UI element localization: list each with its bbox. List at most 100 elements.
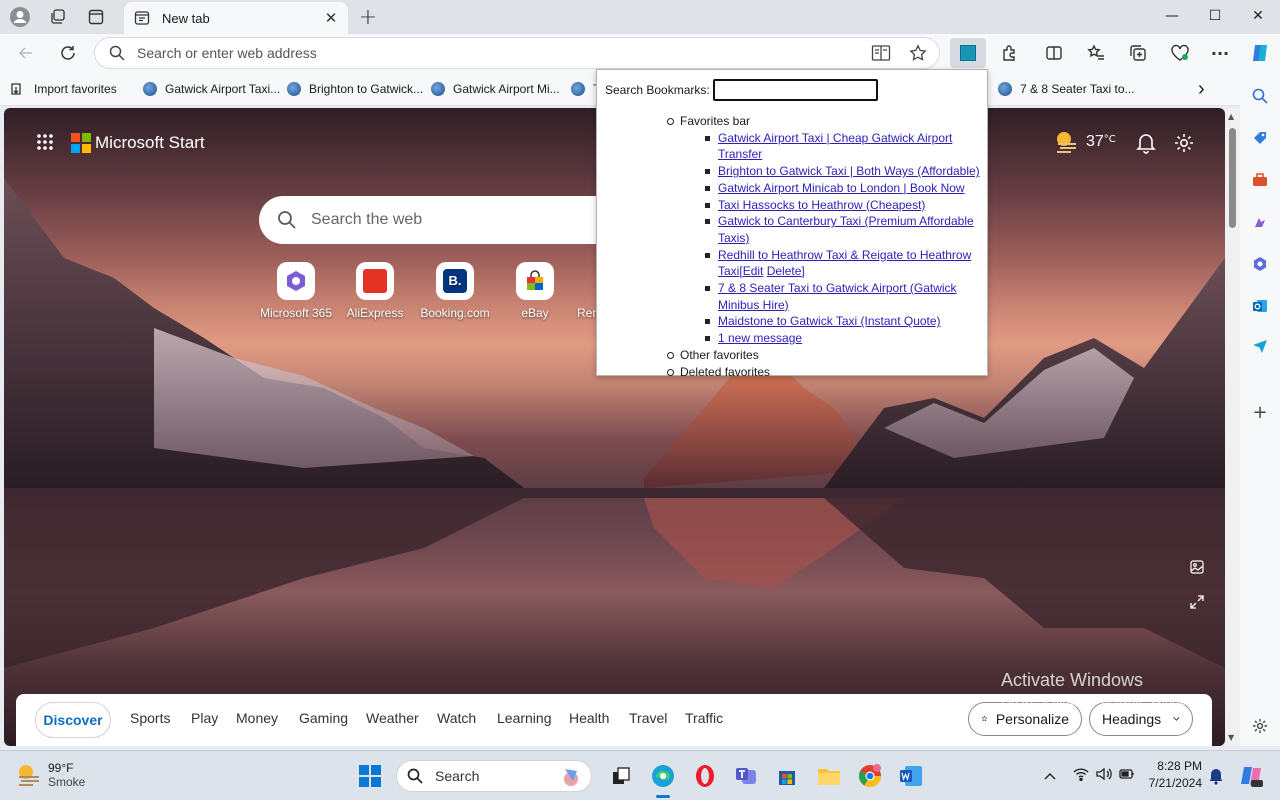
app-launcher-grid-icon[interactable] bbox=[36, 133, 54, 154]
taskbar-clock[interactable]: 8:28 PM 7/21/2024 bbox=[1148, 759, 1202, 790]
bookmark-link[interactable]: Brighton to Gatwick Taxi | Both Ways (Af… bbox=[718, 164, 980, 178]
windows-start-icon[interactable] bbox=[355, 761, 385, 791]
favorite-item[interactable]: Gatwick Airport Mi... bbox=[431, 80, 560, 98]
folder-other-favorites[interactable]: Other favorites bbox=[667, 347, 987, 364]
sidebar-tools-icon[interactable] bbox=[1250, 170, 1270, 190]
bookmark-link[interactable]: Gatwick to Canterbury Taxi (Premium Affo… bbox=[718, 214, 974, 245]
favorite-item[interactable]: 7 & 8 Seater Taxi to... bbox=[998, 80, 1135, 98]
new-tab-button[interactable]: + bbox=[354, 4, 382, 30]
tab-new-tab[interactable]: New tab ✕ bbox=[124, 2, 348, 34]
tab-actions-icon[interactable] bbox=[82, 4, 110, 30]
quick-link-booking[interactable]: B. Booking.com bbox=[415, 262, 495, 320]
expand-icon[interactable] bbox=[1190, 595, 1204, 612]
wifi-icon[interactable] bbox=[1073, 767, 1089, 784]
favorites-icon[interactable] bbox=[1082, 40, 1110, 66]
favorite-item[interactable]: Brighton to Gatwick... bbox=[287, 80, 423, 98]
file-explorer-icon[interactable] bbox=[814, 761, 844, 791]
favorite-item[interactable]: Gatwick Airport Taxi... bbox=[143, 80, 280, 98]
chevron-down-icon bbox=[1173, 717, 1180, 721]
taskbar-weather-widget[interactable]: 99°F Smoke bbox=[16, 761, 85, 789]
browser-essentials-icon[interactable] bbox=[1166, 40, 1194, 66]
sidebar-microsoft365-icon[interactable] bbox=[1250, 254, 1270, 274]
bookmark-link[interactable]: Gatwick Airport Minicab to London | Book… bbox=[718, 181, 965, 195]
notification-bell-icon[interactable] bbox=[1208, 767, 1224, 788]
quick-link-microsoft365[interactable]: Microsoft 365 bbox=[256, 262, 336, 320]
settings-gear-icon[interactable] bbox=[1173, 132, 1195, 157]
bookmark-link[interactable]: Taxi Hassocks to Heathrow (Cheapest) bbox=[718, 198, 925, 212]
edit-bookmark-link[interactable]: Edit bbox=[743, 264, 764, 278]
edge-browser-icon[interactable] bbox=[648, 761, 678, 791]
split-screen-icon[interactable] bbox=[1040, 40, 1068, 66]
sidebar-outlook-icon[interactable] bbox=[1250, 296, 1270, 316]
show-hidden-icons-chevron-icon[interactable] bbox=[1044, 769, 1056, 783]
collections-icon[interactable] bbox=[1124, 40, 1152, 66]
scroll-down-arrow-icon[interactable]: ▼ bbox=[1228, 733, 1234, 742]
more-options-icon[interactable]: ··· bbox=[1206, 40, 1234, 66]
address-input[interactable] bbox=[137, 45, 737, 61]
taskbar-search-box[interactable]: Search bbox=[396, 760, 592, 792]
add-favorite-star-icon[interactable] bbox=[909, 44, 927, 65]
import-favorites-button[interactable]: Import favorites bbox=[10, 80, 117, 98]
ms-start-logo[interactable]: Microsoft Start bbox=[71, 133, 205, 153]
bookmark-link[interactable]: 7 & 8 Seater Taxi to Gatwick Airport (Ga… bbox=[718, 281, 957, 312]
delete-bookmark-link[interactable]: Delete bbox=[767, 264, 802, 278]
minimize-button[interactable]: — bbox=[1150, 0, 1194, 32]
close-tab-button[interactable]: ✕ bbox=[320, 7, 342, 29]
chrome-icon[interactable] bbox=[855, 761, 885, 791]
tab-play[interactable]: Play bbox=[191, 710, 218, 726]
notifications-bell-icon[interactable] bbox=[1136, 132, 1156, 157]
bookmark-search-input[interactable] bbox=[712, 79, 878, 101]
tab-learning[interactable]: Learning bbox=[497, 710, 552, 726]
folder-favorites-bar[interactable]: Favorites bar Gatwick Airport Taxi | Che… bbox=[667, 113, 987, 347]
weather-widget[interactable]: 37 °C bbox=[1054, 130, 1116, 154]
sidebar-drop-icon[interactable] bbox=[1250, 336, 1270, 356]
address-bar[interactable] bbox=[94, 37, 940, 69]
workspaces-icon[interactable] bbox=[44, 4, 72, 30]
tab-money[interactable]: Money bbox=[236, 710, 278, 726]
bookmark-link[interactable]: Maidstone to Gatwick Taxi (Instant Quote… bbox=[718, 314, 941, 328]
sidebar-add-icon[interactable]: + bbox=[1250, 402, 1270, 423]
folder-deleted-favorites[interactable]: Deleted favorites bbox=[667, 364, 987, 381]
scrollbar-thumb[interactable] bbox=[1229, 128, 1236, 228]
new-tab-page-icon bbox=[134, 11, 150, 25]
copilot-preview-icon[interactable] bbox=[1238, 763, 1264, 792]
tab-gaming[interactable]: Gaming bbox=[299, 710, 348, 726]
sidebar-search-icon[interactable] bbox=[1250, 86, 1270, 106]
teams-icon[interactable] bbox=[731, 761, 761, 791]
bookmark-link[interactable]: 1 new message bbox=[718, 331, 802, 345]
folder-label: Deleted favorites bbox=[680, 364, 771, 379]
volume-icon[interactable] bbox=[1096, 767, 1112, 784]
back-button[interactable] bbox=[12, 40, 40, 66]
quick-link-aliexpress[interactable]: AliExpress bbox=[335, 262, 415, 320]
close-window-button[interactable]: ✕ bbox=[1236, 0, 1280, 32]
extensions-icon[interactable] bbox=[996, 40, 1024, 66]
profile-icon[interactable] bbox=[6, 4, 34, 30]
sidebar-games-icon[interactable] bbox=[1250, 212, 1270, 232]
battery-icon[interactable] bbox=[1119, 768, 1135, 783]
page-scrollbar[interactable]: ▲ ▼ bbox=[1225, 108, 1240, 746]
favorites-overflow-chevron-icon[interactable]: › bbox=[1198, 78, 1205, 100]
scroll-up-arrow-icon[interactable]: ▲ bbox=[1228, 112, 1234, 121]
word-icon[interactable] bbox=[896, 761, 926, 791]
refresh-button[interactable] bbox=[54, 40, 82, 66]
bookmark-extension-button[interactable] bbox=[950, 38, 986, 68]
sidebar-shopping-icon[interactable] bbox=[1250, 128, 1270, 148]
immersive-reader-icon[interactable] bbox=[871, 44, 891, 65]
tab-watch[interactable]: Watch bbox=[437, 710, 476, 726]
background-image-icon[interactable] bbox=[1190, 560, 1204, 577]
bookmark-link[interactable]: Gatwick Airport Taxi | Cheap Gatwick Air… bbox=[718, 131, 952, 162]
tab-weather[interactable]: Weather bbox=[366, 710, 419, 726]
tab-sports[interactable]: Sports bbox=[130, 710, 170, 726]
maximize-button[interactable]: ☐ bbox=[1193, 0, 1237, 32]
quick-link-partial[interactable]: Ren bbox=[560, 262, 600, 320]
web-search-input[interactable] bbox=[311, 211, 611, 229]
tab-traffic[interactable]: Traffic bbox=[685, 710, 723, 726]
tab-health[interactable]: Health bbox=[569, 710, 609, 726]
opera-icon[interactable] bbox=[690, 761, 720, 791]
task-view-icon[interactable] bbox=[606, 761, 636, 791]
tab-travel[interactable]: Travel bbox=[629, 710, 667, 726]
copilot-icon[interactable] bbox=[1246, 40, 1274, 66]
microsoft-store-icon[interactable] bbox=[772, 761, 802, 791]
tab-discover[interactable]: Discover bbox=[35, 702, 111, 738]
sidebar-settings-gear-icon[interactable] bbox=[1250, 716, 1270, 736]
